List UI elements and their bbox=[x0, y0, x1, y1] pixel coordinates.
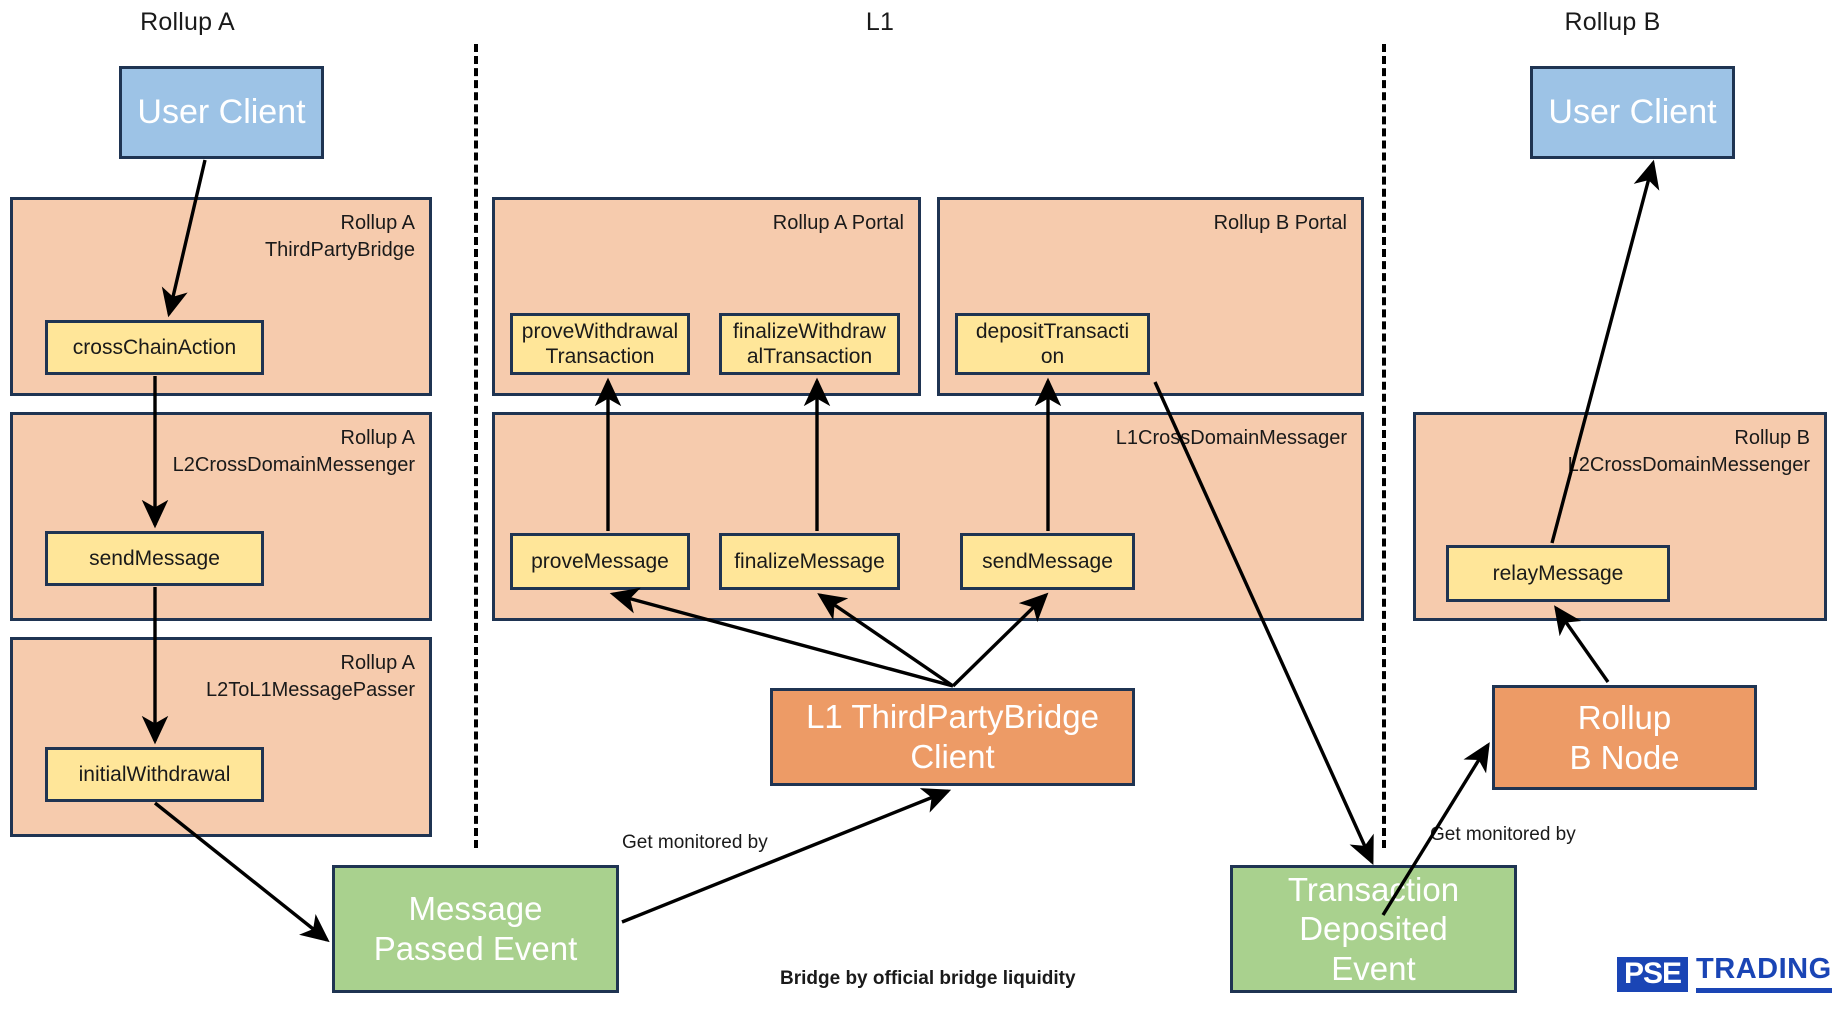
edge-label-monitored-left: Get monitored by bbox=[622, 832, 768, 853]
fn-deposittransaction[interactable]: depositTransacti on bbox=[955, 313, 1150, 375]
arrow-messagepassed-to-client bbox=[621, 788, 952, 924]
fn-crosschainaction[interactable]: crossChainAction bbox=[45, 320, 264, 375]
fn-finalizemessage[interactable]: finalizeMessage bbox=[719, 533, 900, 590]
fn-provewithdrawaltransaction[interactable]: proveWithdrawal Transaction bbox=[510, 313, 690, 375]
rollup-b-l2crossdomainmessenger-title: Rollup B L2CrossDomainMessenger bbox=[1567, 427, 1810, 476]
rollup-a-l2tol1messagepasser-title: Rollup A L2ToL1MessagePasser bbox=[205, 652, 415, 701]
fn-initialwithdrawal[interactable]: initialWithdrawal bbox=[45, 747, 264, 802]
lane-title-rollup-a: Rollup A bbox=[140, 8, 235, 36]
pse-logo-word: TRADING bbox=[1696, 955, 1832, 993]
fn-relaymessage[interactable]: relayMessage bbox=[1446, 545, 1670, 602]
fn-sendmessage-l1[interactable]: sendMessage bbox=[960, 533, 1135, 590]
lane-title-l1: L1 bbox=[865, 8, 895, 36]
rollup-a-thirdpartybridge-title: Rollup A ThirdPartyBridge bbox=[264, 212, 415, 261]
diagram-canvas: Rollup A L1 Rollup B User Client Rollup … bbox=[0, 0, 1840, 1014]
rollup-a-l2crossdomainmessenger-container: Rollup A L2CrossDomainMessenger bbox=[10, 412, 432, 621]
rollup-a-user-client[interactable]: User Client bbox=[119, 66, 324, 159]
transaction-deposited-event[interactable]: Transaction Deposited Event bbox=[1230, 865, 1517, 993]
rollup-a-portal-title: Rollup A Portal bbox=[772, 212, 904, 234]
rollup-b-portal-title: Rollup B Portal bbox=[1213, 212, 1347, 234]
l1-thirdpartybridge-client[interactable]: L1 ThirdPartyBridge Client bbox=[770, 688, 1135, 786]
pse-trading-logo: PSE TRADING bbox=[1617, 955, 1832, 993]
lane-divider-right bbox=[1382, 44, 1386, 848]
rollup-b-node[interactable]: Rollup B Node bbox=[1492, 685, 1757, 790]
edge-label-monitored-right: Get monitored by bbox=[1430, 824, 1576, 845]
lane-divider-left bbox=[474, 44, 478, 848]
lane-title-rollup-b: Rollup B bbox=[1564, 8, 1661, 36]
rollup-a-l2crossdomainmessenger-title: Rollup A L2CrossDomainMessenger bbox=[172, 427, 415, 476]
fn-finalizewithdrawaltransaction[interactable]: finalizeWithdraw alTransaction bbox=[719, 313, 900, 375]
fn-provemessage[interactable]: proveMessage bbox=[510, 533, 690, 590]
bridge-caption: Bridge by official bridge liquidity bbox=[780, 968, 1076, 989]
rollup-a-l2tol1messagepasser-container: Rollup A L2ToL1MessagePasser bbox=[10, 637, 432, 837]
rollup-b-user-client[interactable]: User Client bbox=[1530, 66, 1735, 159]
l1crossdomainmessenger-title: L1CrossDomainMessager bbox=[1115, 427, 1347, 449]
fn-sendmessage-rollup-a[interactable]: sendMessage bbox=[45, 531, 264, 586]
message-passed-event[interactable]: Message Passed Event bbox=[332, 865, 619, 993]
pse-logo-mark: PSE bbox=[1617, 956, 1689, 992]
